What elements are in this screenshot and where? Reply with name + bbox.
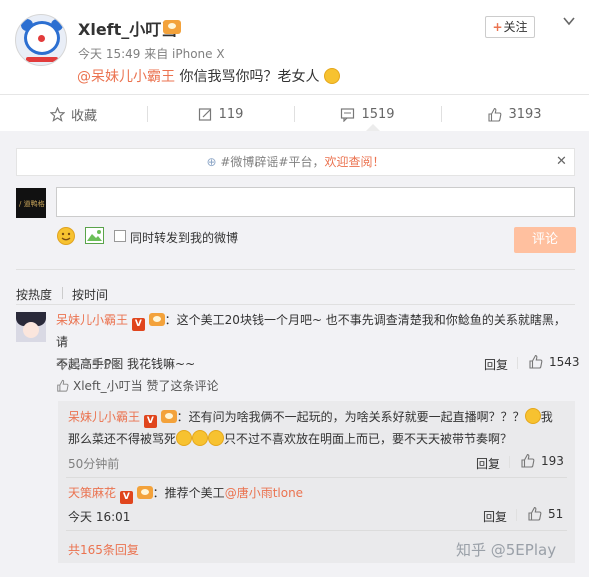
- reply-author-link[interactable]: 呆妹儿小霸王: [68, 410, 140, 424]
- reply-like-count: 51: [548, 506, 564, 521]
- close-icon[interactable]: ✕: [556, 154, 567, 169]
- avatar-face: [23, 322, 39, 338]
- reply-text-line1: ：还有问为啥我俩不一起玩的，为啥关系好就要一起直播啊？？？: [176, 410, 525, 424]
- reply-body: 呆妹儿小霸王 V ：还有问为啥我俩不一起玩的，为啥关系好就要一起直播啊？？？我 …: [68, 406, 568, 450]
- emoji-icon: [323, 68, 340, 84]
- notice-banner: ⊕ #微博辟谣#平台，欢迎查阅！: [16, 148, 575, 176]
- current-user-avatar[interactable]: / 道鸭格: [16, 188, 46, 218]
- comment-author-link[interactable]: 呆妹儿小霸王: [56, 313, 128, 327]
- reply-mention-link[interactable]: @唐小雨tlone: [225, 486, 303, 500]
- favorite-label: 收藏: [70, 108, 97, 124]
- repost-checkbox-label[interactable]: 同时转发到我的微博: [130, 229, 238, 246]
- emoji-icon: [208, 430, 225, 446]
- post-action-bar: 收藏 119 1519 3193: [0, 94, 589, 132]
- sort-separator: [62, 287, 63, 299]
- reply-text: ：推荐个美工: [152, 486, 225, 500]
- vip-badge-icon[interactable]: [148, 313, 165, 326]
- thumbs-up-icon: [521, 453, 535, 468]
- favorite-button[interactable]: 收藏: [0, 95, 147, 133]
- divider: [66, 530, 567, 531]
- follow-label: 关注: [503, 20, 528, 34]
- sort-by-time-tab[interactable]: 按时间: [72, 286, 108, 303]
- comment-like-button[interactable]: 1543: [528, 354, 580, 369]
- repost-count: 119: [218, 106, 244, 122]
- active-tab-caret: [366, 124, 380, 131]
- star-icon: [49, 106, 65, 122]
- reply-like-button[interactable]: 193: [520, 453, 564, 468]
- post-text: @呆妹儿小霸王 你信我骂你吗？老女人: [77, 66, 340, 86]
- reply-text-line1b: 我: [540, 410, 553, 424]
- divider: [16, 304, 575, 305]
- notice-link[interactable]: 欢迎查阅！: [325, 155, 385, 169]
- notice-hashtag[interactable]: #微博辟谣#平台，: [220, 155, 324, 169]
- divider: [16, 269, 575, 270]
- separator: [517, 357, 518, 369]
- comment-like-count: 1543: [549, 354, 580, 369]
- avatar-collar: [26, 57, 58, 62]
- repost-icon: [198, 107, 211, 121]
- watermark: 知乎 @5EPlay: [456, 541, 557, 559]
- view-all-replies-link[interactable]: 共165条回复: [68, 541, 139, 558]
- like-count: 3193: [508, 106, 542, 122]
- thumbs-up-icon: [529, 354, 543, 369]
- post-meta: 今天 15:49 来自 iPhone X: [78, 47, 225, 61]
- reply-button[interactable]: 回复: [483, 508, 507, 525]
- vip-badge-icon[interactable]: [163, 20, 181, 34]
- reply-like-button[interactable]: 51: [527, 506, 563, 521]
- post-mention-link[interactable]: @呆妹儿小霸王: [77, 69, 175, 85]
- liked-by-row: Xleft_小叮当 赞了这条评论: [56, 377, 218, 394]
- divider: [66, 477, 567, 478]
- reply-time: 50分钟前: [68, 457, 120, 471]
- emoji-icon: [192, 430, 209, 446]
- reply-author-link[interactable]: 天策麻花: [68, 486, 116, 500]
- reply-like-count: 193: [541, 453, 564, 468]
- sort-by-hot-tab[interactable]: 按热度: [16, 286, 52, 303]
- like-button[interactable]: 3193: [441, 95, 588, 133]
- follow-button[interactable]: +关注: [485, 16, 535, 38]
- image-upload-icon[interactable]: [85, 227, 104, 244]
- thumbs-up-icon: [528, 506, 542, 521]
- emoji-icon: [176, 430, 193, 446]
- avatar-text: / 道鸭格: [19, 200, 45, 208]
- submit-comment-button[interactable]: 评论: [514, 227, 576, 253]
- reply-body: 天策麻花 V ：推荐个美工@唐小雨tlone: [68, 482, 568, 504]
- avatar-nose: [38, 35, 45, 42]
- poster-avatar[interactable]: [15, 14, 67, 66]
- liked-by-text[interactable]: Xleft_小叮当 赞了这条评论: [73, 377, 218, 394]
- commenter-avatar[interactable]: [16, 312, 46, 342]
- emoji-picker-icon[interactable]: [56, 226, 76, 246]
- post-body: 你信我骂你吗？老女人: [175, 69, 320, 85]
- separator: [509, 456, 510, 468]
- separator: [516, 509, 517, 521]
- comment-input[interactable]: [56, 187, 575, 217]
- verified-icon[interactable]: V: [143, 415, 157, 428]
- verified-icon[interactable]: V: [119, 491, 133, 504]
- reply-time: 今天 16:01: [68, 510, 131, 524]
- vip-badge-icon[interactable]: [160, 410, 177, 423]
- comment-time: 今天 15:59: [56, 358, 119, 372]
- comment-count: 1519: [361, 106, 395, 122]
- reply-button[interactable]: 回复: [476, 455, 500, 472]
- thumbs-up-icon: [57, 379, 69, 392]
- reply-text-line2b: 只不过不喜欢放在明面上而已，要不天天被带节奏啊？: [224, 432, 513, 446]
- comment-icon: [341, 107, 355, 122]
- thumbs-up-icon: [488, 107, 502, 122]
- plus-icon: +: [492, 20, 503, 34]
- hashtag-icon: ⊕: [206, 155, 217, 169]
- repost-checkbox[interactable]: [114, 230, 126, 242]
- reply-button[interactable]: 回复: [484, 356, 508, 373]
- chevron-down-icon[interactable]: [562, 14, 576, 28]
- vip-badge-icon[interactable]: [136, 486, 153, 499]
- repost-button[interactable]: 119: [147, 95, 294, 133]
- emoji-icon: [524, 408, 541, 424]
- verified-icon[interactable]: V: [131, 318, 145, 331]
- reply-text-line2a: 那么菜还不得被骂死: [68, 432, 177, 446]
